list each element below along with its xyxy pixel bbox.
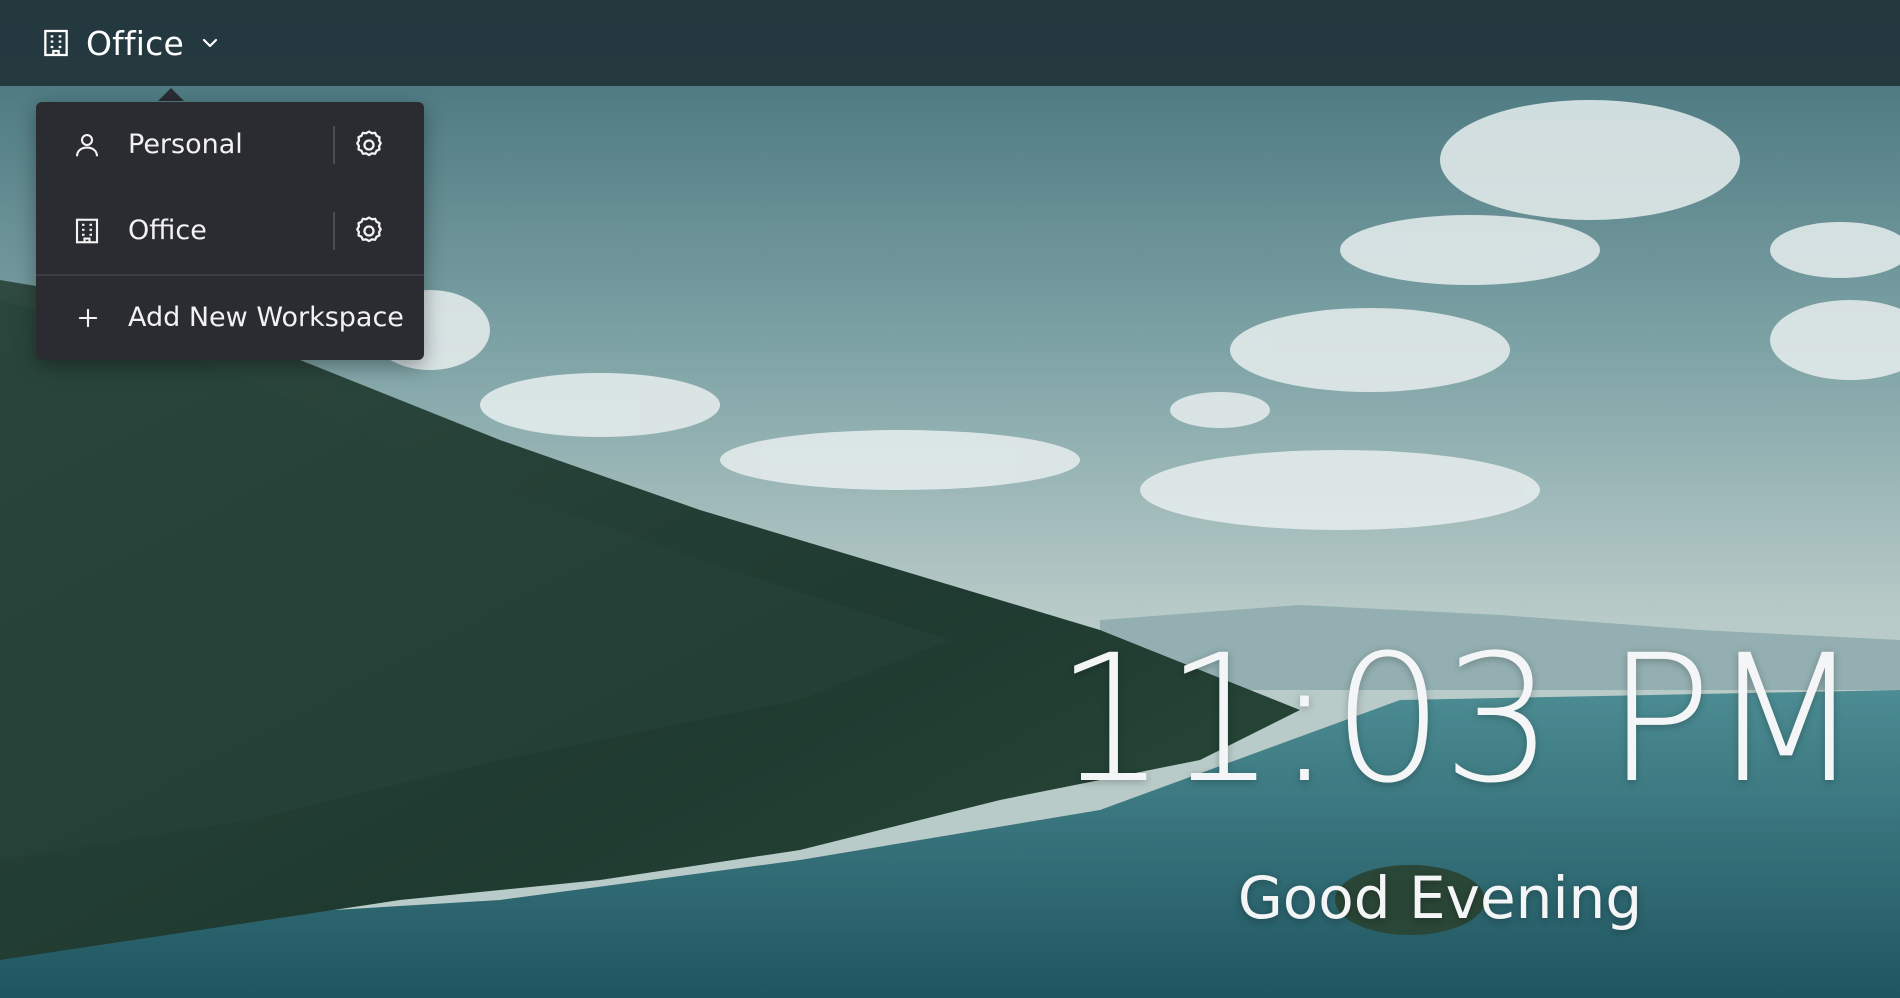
dropdown-caret — [158, 88, 184, 101]
add-workspace-button[interactable]: Add New Workspace — [36, 276, 424, 360]
workspace-item-label: Office — [128, 215, 207, 246]
building-icon — [40, 27, 72, 59]
gear-icon[interactable] — [352, 128, 386, 162]
workspace-item-label: Personal — [128, 129, 243, 160]
divider — [333, 212, 335, 250]
plus-icon — [74, 304, 102, 332]
current-workspace-label: Office — [86, 23, 185, 63]
workspace-item-personal[interactable]: Personal — [36, 102, 424, 188]
chevron-down-icon[interactable] — [198, 31, 222, 55]
gear-icon[interactable] — [352, 214, 386, 248]
user-icon — [72, 130, 102, 160]
clock-time: 11:03 PM — [1054, 617, 1862, 822]
add-workspace-label: Add New Workspace — [128, 302, 404, 333]
greeting-text: Good Evening — [1237, 864, 1643, 932]
divider — [333, 126, 335, 164]
top-bar — [0, 0, 1900, 86]
workspace-item-office[interactable]: Office — [36, 188, 424, 274]
building-icon — [72, 216, 102, 246]
new-tab-screen: Office Personal Office Add New Workspace… — [0, 0, 1900, 998]
workspace-switcher[interactable]: Office — [40, 19, 222, 67]
workspace-dropdown: Personal Office Add New Workspace — [36, 102, 424, 360]
